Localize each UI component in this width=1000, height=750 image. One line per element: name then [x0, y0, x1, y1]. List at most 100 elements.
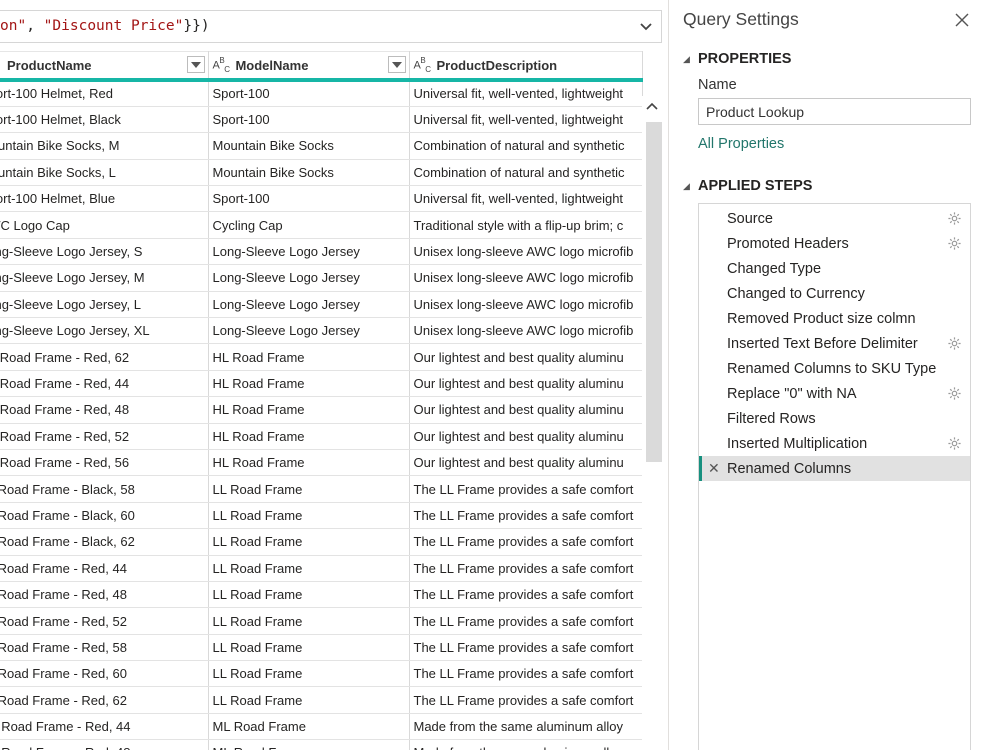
table-cell[interactable]: Our lightest and best quality aluminu: [409, 423, 643, 450]
delete-x-icon[interactable]: ✕: [708, 461, 720, 475]
table-row[interactable]: LL Road Frame - Red, 58 LL Road Frame The …: [0, 634, 643, 662]
table-cell[interactable]: Made from the same aluminum alloy: [409, 739, 643, 750]
table-row[interactable]: ML Road Frame - Red, 44 ML Road Frame Made…: [0, 713, 643, 741]
table-cell[interactable]: Our lightest and best quality aluminu: [409, 449, 643, 477]
table-cell[interactable]: Mountain Bike Socks, M: [0, 132, 209, 160]
table-cell[interactable]: LL Road Frame - Black, 62: [0, 528, 209, 556]
table-row[interactable]: HL Road Frame - Red, 56 HL Road Frame Our …: [0, 449, 643, 477]
table-row[interactable]: ML Road Frame - Red, 48 ML Road Frame Made…: [0, 739, 643, 750]
table-cell[interactable]: HL Road Frame: [208, 396, 410, 424]
gear-icon[interactable]: [947, 236, 962, 251]
table-cell[interactable]: Our lightest and best quality aluminu: [409, 370, 643, 398]
table-cell[interactable]: LL Road Frame: [208, 502, 410, 530]
table-cell[interactable]: LL Road Frame: [208, 607, 410, 635]
table-cell[interactable]: Universal fit, well-vented, lightweight: [409, 77, 643, 107]
table-cell[interactable]: HL Road Frame - Red, 56: [0, 449, 209, 477]
table-cell[interactable]: HL Road Frame: [208, 449, 410, 477]
table-cell[interactable]: LL Road Frame: [208, 686, 410, 714]
table-cell[interactable]: LL Road Frame - Black, 58: [0, 475, 209, 503]
table-cell[interactable]: LL Road Frame - Red, 52: [0, 607, 209, 635]
table-cell[interactable]: LL Road Frame - Black, 60: [0, 502, 209, 530]
table-cell[interactable]: The LL Frame provides a safe comfort: [409, 660, 643, 688]
column-header[interactable]: ABCProductName: [0, 51, 209, 80]
column-header[interactable]: ABC ProductDescription: [409, 51, 643, 80]
table-cell[interactable]: Sport-100: [208, 185, 410, 213]
applied-step-item[interactable]: Changed to Currency: [699, 281, 970, 306]
table-cell[interactable]: Made from the same aluminum alloy: [409, 713, 643, 741]
table-cell[interactable]: The LL Frame provides a safe comfort: [409, 634, 643, 662]
table-cell[interactable]: LL Road Frame - Red, 44: [0, 555, 209, 582]
applied-step-item[interactable]: Filtered Rows: [699, 406, 970, 431]
applied-steps-section-header[interactable]: ◢ APPLIED STEPS: [683, 178, 812, 194]
table-cell[interactable]: LL Road Frame: [208, 528, 410, 556]
table-row[interactable]: Long-Sleeve Logo Jersey, S Long-Sleeve Lo…: [0, 238, 643, 266]
table-cell[interactable]: Unisex long-sleeve AWC logo microfib: [409, 291, 643, 319]
table-row[interactable]: LL Road Frame - Black, 62 LL Road Frame Th…: [0, 528, 643, 556]
table-cell[interactable]: HL Road Frame - Red, 62: [0, 343, 209, 371]
table-cell[interactable]: The LL Frame provides a safe comfort: [409, 528, 643, 556]
table-cell[interactable]: Long-Sleeve Logo Jersey, XL: [0, 317, 209, 345]
table-cell[interactable]: Unisex long-sleeve AWC logo microfib: [409, 238, 643, 266]
table-row[interactable]: LL Road Frame - Red, 52 LL Road Frame The …: [0, 607, 643, 635]
applied-step-item[interactable]: Removed Product size colmn: [699, 306, 970, 331]
gear-icon[interactable]: [947, 211, 962, 226]
table-row[interactable]: Long-Sleeve Logo Jersey, XL Long-Sleeve L…: [0, 317, 643, 345]
table-cell[interactable]: The LL Frame provides a safe comfort: [409, 581, 643, 609]
properties-section-header[interactable]: ◢ PROPERTIES: [683, 51, 791, 67]
table-row[interactable]: Long-Sleeve Logo Jersey, M Long-Sleeve Lo…: [0, 264, 643, 292]
table-row[interactable]: HL Road Frame - Red, 44 HL Road Frame Our …: [0, 370, 643, 398]
text-type-icon[interactable]: ABC: [414, 56, 431, 74]
gear-icon[interactable]: [947, 436, 962, 451]
table-cell[interactable]: Mountain Bike Socks: [208, 132, 410, 160]
table-cell[interactable]: Sport-100 Helmet, Red: [0, 77, 209, 107]
collapse-caret-icon[interactable]: ◢: [683, 181, 693, 192]
table-cell[interactable]: HL Road Frame - Red, 44: [0, 370, 209, 398]
data-grid[interactable]: ABCProductNameABCModelNameABCProductDesc…: [0, 51, 662, 750]
collapse-caret-icon[interactable]: ◢: [683, 54, 693, 65]
table-row[interactable]: LL Road Frame - Black, 58 LL Road Frame Th…: [0, 475, 643, 503]
table-cell[interactable]: Our lightest and best quality aluminu: [409, 343, 643, 371]
gear-icon[interactable]: [947, 386, 962, 401]
applied-step-item[interactable]: Inserted Text Before Delimiter: [699, 331, 970, 356]
table-cell[interactable]: Long-Sleeve Logo Jersey: [208, 317, 410, 345]
table-row[interactable]: Mountain Bike Socks, L Mountain Bike Sock…: [0, 159, 643, 187]
table-cell[interactable]: Unisex long-sleeve AWC logo microfib: [409, 317, 643, 345]
table-cell[interactable]: Mountain Bike Socks: [208, 159, 410, 187]
table-cell[interactable]: The LL Frame provides a safe comfort: [409, 686, 643, 714]
table-cell[interactable]: Long-Sleeve Logo Jersey: [208, 264, 410, 292]
table-row[interactable]: Sport-100 Helmet, Blue Sport-100 Universal…: [0, 185, 643, 213]
table-cell[interactable]: Universal fit, well-vented, lightweight: [409, 185, 643, 213]
table-cell[interactable]: Sport-100: [208, 77, 410, 107]
table-cell[interactable]: Sport-100: [208, 106, 410, 134]
table-cell[interactable]: Universal fit, well-vented, lightweight: [409, 106, 643, 134]
table-row[interactable]: HL Road Frame - Red, 52 HL Road Frame Our …: [0, 423, 643, 450]
table-row[interactable]: HL Road Frame - Red, 48 HL Road Frame Our …: [0, 396, 643, 424]
applied-step-item[interactable]: ✕ Renamed Columns: [699, 456, 970, 481]
table-cell[interactable]: Our lightest and best quality aluminu: [409, 396, 643, 424]
table-cell[interactable]: LL Road Frame: [208, 581, 410, 609]
table-row[interactable]: LL Road Frame - Black, 60 LL Road Frame Th…: [0, 502, 643, 530]
formula-bar[interactable]: on", "Discount Price"}}): [0, 10, 662, 43]
table-cell[interactable]: Unisex long-sleeve AWC logo microfib: [409, 264, 643, 292]
query-name-input[interactable]: [698, 98, 971, 125]
table-cell[interactable]: Traditional style with a flip-up brim; c: [409, 211, 643, 239]
chevron-down-icon[interactable]: [637, 18, 655, 36]
table-cell[interactable]: HL Road Frame - Red, 48: [0, 396, 209, 424]
table-cell[interactable]: ML Road Frame - Red, 44: [0, 713, 209, 741]
table-cell[interactable]: LL Road Frame: [208, 634, 410, 662]
gear-icon[interactable]: [947, 336, 962, 351]
table-cell[interactable]: Cycling Cap: [208, 211, 410, 239]
table-cell[interactable]: Sport-100 Helmet, Black: [0, 106, 209, 134]
column-filter-button[interactable]: [387, 56, 406, 73]
table-cell[interactable]: Long-Sleeve Logo Jersey: [208, 291, 410, 319]
table-cell[interactable]: Long-Sleeve Logo Jersey, S: [0, 238, 209, 266]
table-row[interactable]: Sport-100 Helmet, Red Sport-100 Universal …: [0, 77, 643, 107]
table-cell[interactable]: ML Road Frame - Red, 48: [0, 739, 209, 750]
table-cell[interactable]: LL Road Frame - Red, 60: [0, 660, 209, 688]
table-cell[interactable]: Long-Sleeve Logo Jersey, M: [0, 264, 209, 292]
table-cell[interactable]: HL Road Frame - Red, 52: [0, 423, 209, 450]
table-cell[interactable]: The LL Frame provides a safe comfort: [409, 475, 643, 503]
table-cell[interactable]: Sport-100 Helmet, Blue: [0, 185, 209, 213]
scrollbar-thumb[interactable]: [646, 122, 662, 462]
table-row[interactable]: LL Road Frame - Red, 48 LL Road Frame The …: [0, 581, 643, 609]
